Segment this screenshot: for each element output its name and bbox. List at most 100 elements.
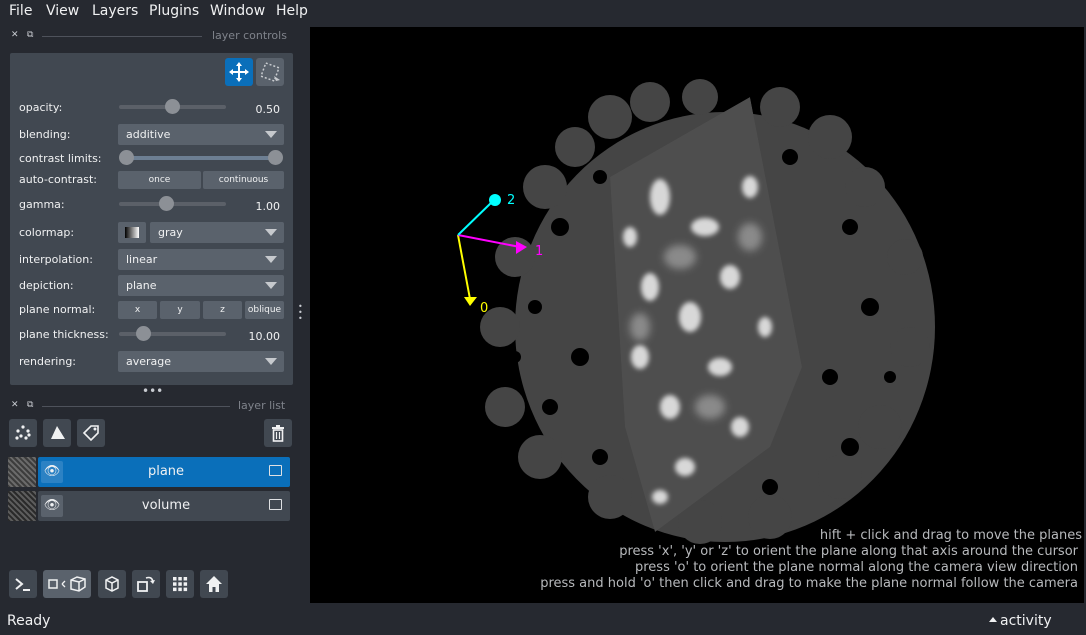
eye-icon: 👁 [43, 464, 61, 479]
layer-item-selected[interactable]: 👁 plane [38, 457, 290, 487]
blending-dropdown[interactable]: additive [118, 124, 284, 145]
menu-file[interactable]: File [9, 3, 32, 19]
rendering-value: average [126, 355, 172, 368]
depiction-dropdown[interactable]: plane [118, 275, 284, 296]
rendering-dropdown[interactable]: average [118, 351, 284, 372]
new-points-layer-button[interactable] [9, 419, 37, 447]
status-bar: Ready activity [0, 608, 1086, 635]
colormap-dropdown[interactable]: gray [150, 222, 284, 243]
axis-1-label: 1 [535, 244, 543, 259]
chevron-down-icon [265, 358, 277, 365]
colormap-gradient-swatch [125, 227, 139, 238]
new-shapes-layer-button[interactable] [43, 419, 71, 447]
image-layer-icon [269, 499, 282, 510]
activity-button[interactable]: activity [1000, 613, 1052, 629]
layer-row-volume[interactable]: 👁 volume [8, 491, 290, 521]
chevron-down-icon [265, 282, 277, 289]
status-text: Ready [7, 613, 51, 629]
blending-label: blending: [19, 128, 71, 141]
visibility-toggle[interactable]: 👁 [41, 495, 63, 517]
chevron-down-icon [265, 229, 277, 236]
transpose-icon [137, 576, 155, 592]
layer-name: volume [141, 498, 191, 513]
pan-zoom-button[interactable] [225, 58, 253, 86]
grid-view-button[interactable] [166, 570, 194, 598]
viewer-canvas[interactable]: 0 1 2 hift + click and drag to move the … [310, 27, 1084, 603]
float-icon[interactable]: ✕ [11, 400, 19, 410]
float-icon[interactable]: ✕ [11, 30, 19, 40]
header-divider [42, 406, 230, 407]
hint-line-3: press 'o' to orient the plane normal alo… [634, 560, 1078, 575]
move-arrows-icon [229, 62, 249, 82]
trash-icon [272, 425, 284, 442]
layer-thumbnail [8, 457, 36, 487]
plane-normal-z-button[interactable]: z [203, 301, 242, 319]
plane-normal-x-button[interactable]: x [118, 301, 157, 319]
chevron-down-icon [265, 131, 277, 138]
grid-icon [173, 577, 188, 592]
roll-dims-button[interactable] [98, 570, 126, 598]
menu-view[interactable]: View [46, 3, 79, 19]
terminal-icon [15, 578, 30, 591]
auto-contrast-label: auto-contrast: [19, 173, 98, 186]
layer-row-plane[interactable]: 👁 plane [8, 457, 290, 487]
transform-icon [260, 62, 280, 82]
axis-0-label: 0 [480, 301, 488, 316]
hint-line-4: press and hold 'o' then click and drag t… [540, 576, 1078, 591]
plane-normal-y-button[interactable]: y [160, 301, 200, 319]
contrast-limits-label: contrast limits: [19, 152, 102, 165]
opacity-slider-handle[interactable] [165, 99, 180, 114]
2d-3d-toggle-icon [48, 576, 86, 592]
colormap-preview [118, 222, 146, 243]
menu-layers[interactable]: Layers [92, 3, 138, 19]
contrast-max-handle[interactable] [268, 150, 283, 165]
menu-help[interactable]: Help [276, 3, 308, 19]
colormap-label: colormap: [19, 226, 75, 239]
ndisplay-toggle-button[interactable] [43, 570, 91, 598]
plane-thickness-handle[interactable] [136, 326, 151, 341]
auto-contrast-once-button[interactable]: once [118, 171, 201, 189]
layer-list-title: layer list [238, 399, 286, 412]
splitter-handle-icon[interactable]: ••• [142, 384, 163, 398]
hint-line-1: hift + click and drag to move the planes [819, 528, 1082, 543]
rendering-label: rendering: [19, 355, 77, 368]
plane-normal-oblique-button[interactable]: oblique [245, 301, 284, 319]
axis-2-line [457, 200, 494, 236]
transform-button[interactable] [256, 58, 284, 86]
shapes-icon [51, 426, 65, 439]
gamma-value: 1.00 [255, 200, 281, 213]
contrast-limits-track[interactable] [124, 156, 276, 160]
menu-plugins[interactable]: Plugins [149, 3, 199, 19]
home-button[interactable] [200, 570, 228, 598]
menu-window[interactable]: Window [210, 3, 265, 19]
new-labels-layer-button[interactable] [77, 419, 105, 447]
interpolation-label: interpolation: [19, 253, 93, 266]
plane-normal-label: plane normal: [19, 303, 96, 316]
gamma-label: gamma: [19, 198, 65, 211]
undock-icon[interactable]: ⧉ [27, 400, 33, 410]
undock-icon[interactable]: ⧉ [27, 30, 33, 40]
auto-contrast-continuous-button[interactable]: continuous [203, 171, 284, 189]
console-button[interactable] [9, 570, 37, 598]
vertical-splitter-icon[interactable]: • • • [298, 303, 306, 323]
visibility-toggle[interactable]: 👁 [41, 461, 63, 483]
contrast-min-handle[interactable] [119, 150, 134, 165]
interpolation-dropdown[interactable]: linear [118, 249, 284, 270]
tag-icon [82, 425, 99, 442]
axis-2-arrow [489, 194, 501, 206]
interpolation-value: linear [126, 253, 158, 266]
axis-0-arrow [464, 297, 477, 306]
transpose-button[interactable] [132, 570, 160, 598]
axis-2-label: 2 [507, 193, 515, 208]
header-divider [42, 36, 202, 37]
plane-thickness-value: 10.00 [248, 330, 281, 343]
blending-value: additive [126, 128, 171, 141]
points-icon [15, 425, 31, 440]
gamma-slider-handle[interactable] [159, 196, 174, 211]
chevron-up-icon[interactable] [989, 617, 997, 622]
layer-item[interactable]: 👁 volume [38, 491, 290, 521]
delete-layer-button[interactable] [264, 419, 292, 447]
volume-rendering: 0 1 2 [457, 79, 935, 544]
opacity-value: 0.50 [255, 103, 281, 116]
layer-controls-title: layer controls [212, 29, 287, 42]
